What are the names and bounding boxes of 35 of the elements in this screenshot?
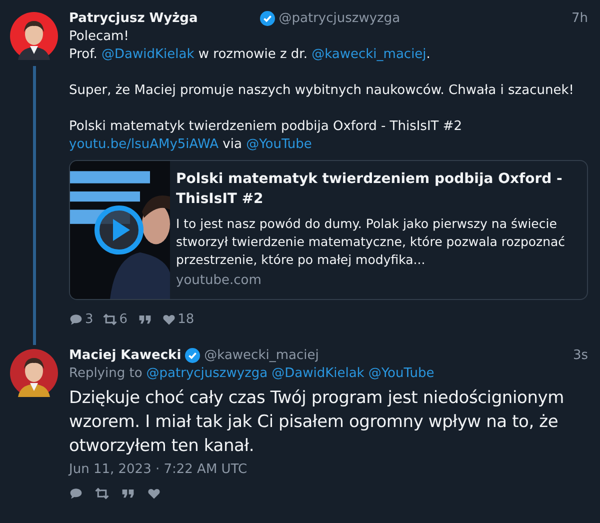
author-name[interactable]: Maciej Kawecki xyxy=(69,348,182,362)
heart-icon[interactable] xyxy=(162,313,176,326)
replying-label: Replying to xyxy=(69,366,142,381)
link[interactable]: youtu.be/lsuAMy5iAWA xyxy=(69,137,219,152)
play-icon[interactable] xyxy=(94,205,144,255)
retweet-icon[interactable] xyxy=(95,487,109,500)
retweet-icon[interactable] xyxy=(103,313,118,326)
tweet-time[interactable]: 7h xyxy=(571,10,588,26)
tweet-time[interactable]: 3s xyxy=(572,348,588,362)
action-count: 3 xyxy=(85,312,94,327)
card-domain: youtube.com xyxy=(176,273,262,288)
action-count: 6 xyxy=(119,312,128,327)
tweet-text: Polski matematyk twierdzeniem podbija Oxford - ThisIsIT #2 youtu.be/lsuAMy5iAWA via @YouTube xyxy=(69,118,464,154)
link[interactable]: @YouTube xyxy=(246,137,312,152)
author-handle[interactable]: @patrycjuszwyzga xyxy=(278,10,400,26)
author-name[interactable]: Patrycjusz Wyżga xyxy=(69,10,198,26)
mention-link[interactable]: @YouTube xyxy=(368,366,434,381)
mention-link[interactable]: @patrycjuszwyzga xyxy=(146,366,268,381)
link[interactable]: @kawecki_maciej xyxy=(312,47,426,62)
tweet-date[interactable]: Jun 11, 2023 · 7:22 AM UTC xyxy=(69,462,588,477)
mention-link[interactable]: @DawidKielak xyxy=(272,366,364,381)
comment-icon[interactable] xyxy=(69,487,83,500)
author-handle[interactable]: @kawecki_maciej xyxy=(204,348,319,362)
tweet-text: Polecam! Prof. @DawidKielak w rozmowie z dr. @kawecki_maciej. xyxy=(69,28,432,64)
action-count: 18 xyxy=(178,312,194,327)
comment-icon[interactable] xyxy=(69,313,83,326)
link-card[interactable] xyxy=(69,160,588,300)
quote-icon[interactable] xyxy=(138,313,152,326)
quote-icon[interactable] xyxy=(121,487,135,500)
card-title: Polski matematyk twierdzeniem podbija Oxford - ThisIsIT #2 xyxy=(176,170,564,209)
heart-icon[interactable] xyxy=(147,487,161,500)
card-description: I to jest nasz powód do dumy. Polak jako pierwszy na świecie stworzył twierdzenie matematyczne, które pozwala rozpoznać przestrzenie, które po małej modyfika... xyxy=(176,215,566,269)
link[interactable]: @DawidKielak xyxy=(102,47,194,62)
tweet-text: Dziękuje choć cały czas Twój program jest niedoścignionym wzorem. I miał tak jak Ci pisałem ogromny wpływ na to, że otworzyłem ten kanał. xyxy=(69,387,565,458)
tweet-text: Super, że Maciej promuje naszych wybitnych naukowców. Chwała i szacunek! xyxy=(69,82,575,100)
